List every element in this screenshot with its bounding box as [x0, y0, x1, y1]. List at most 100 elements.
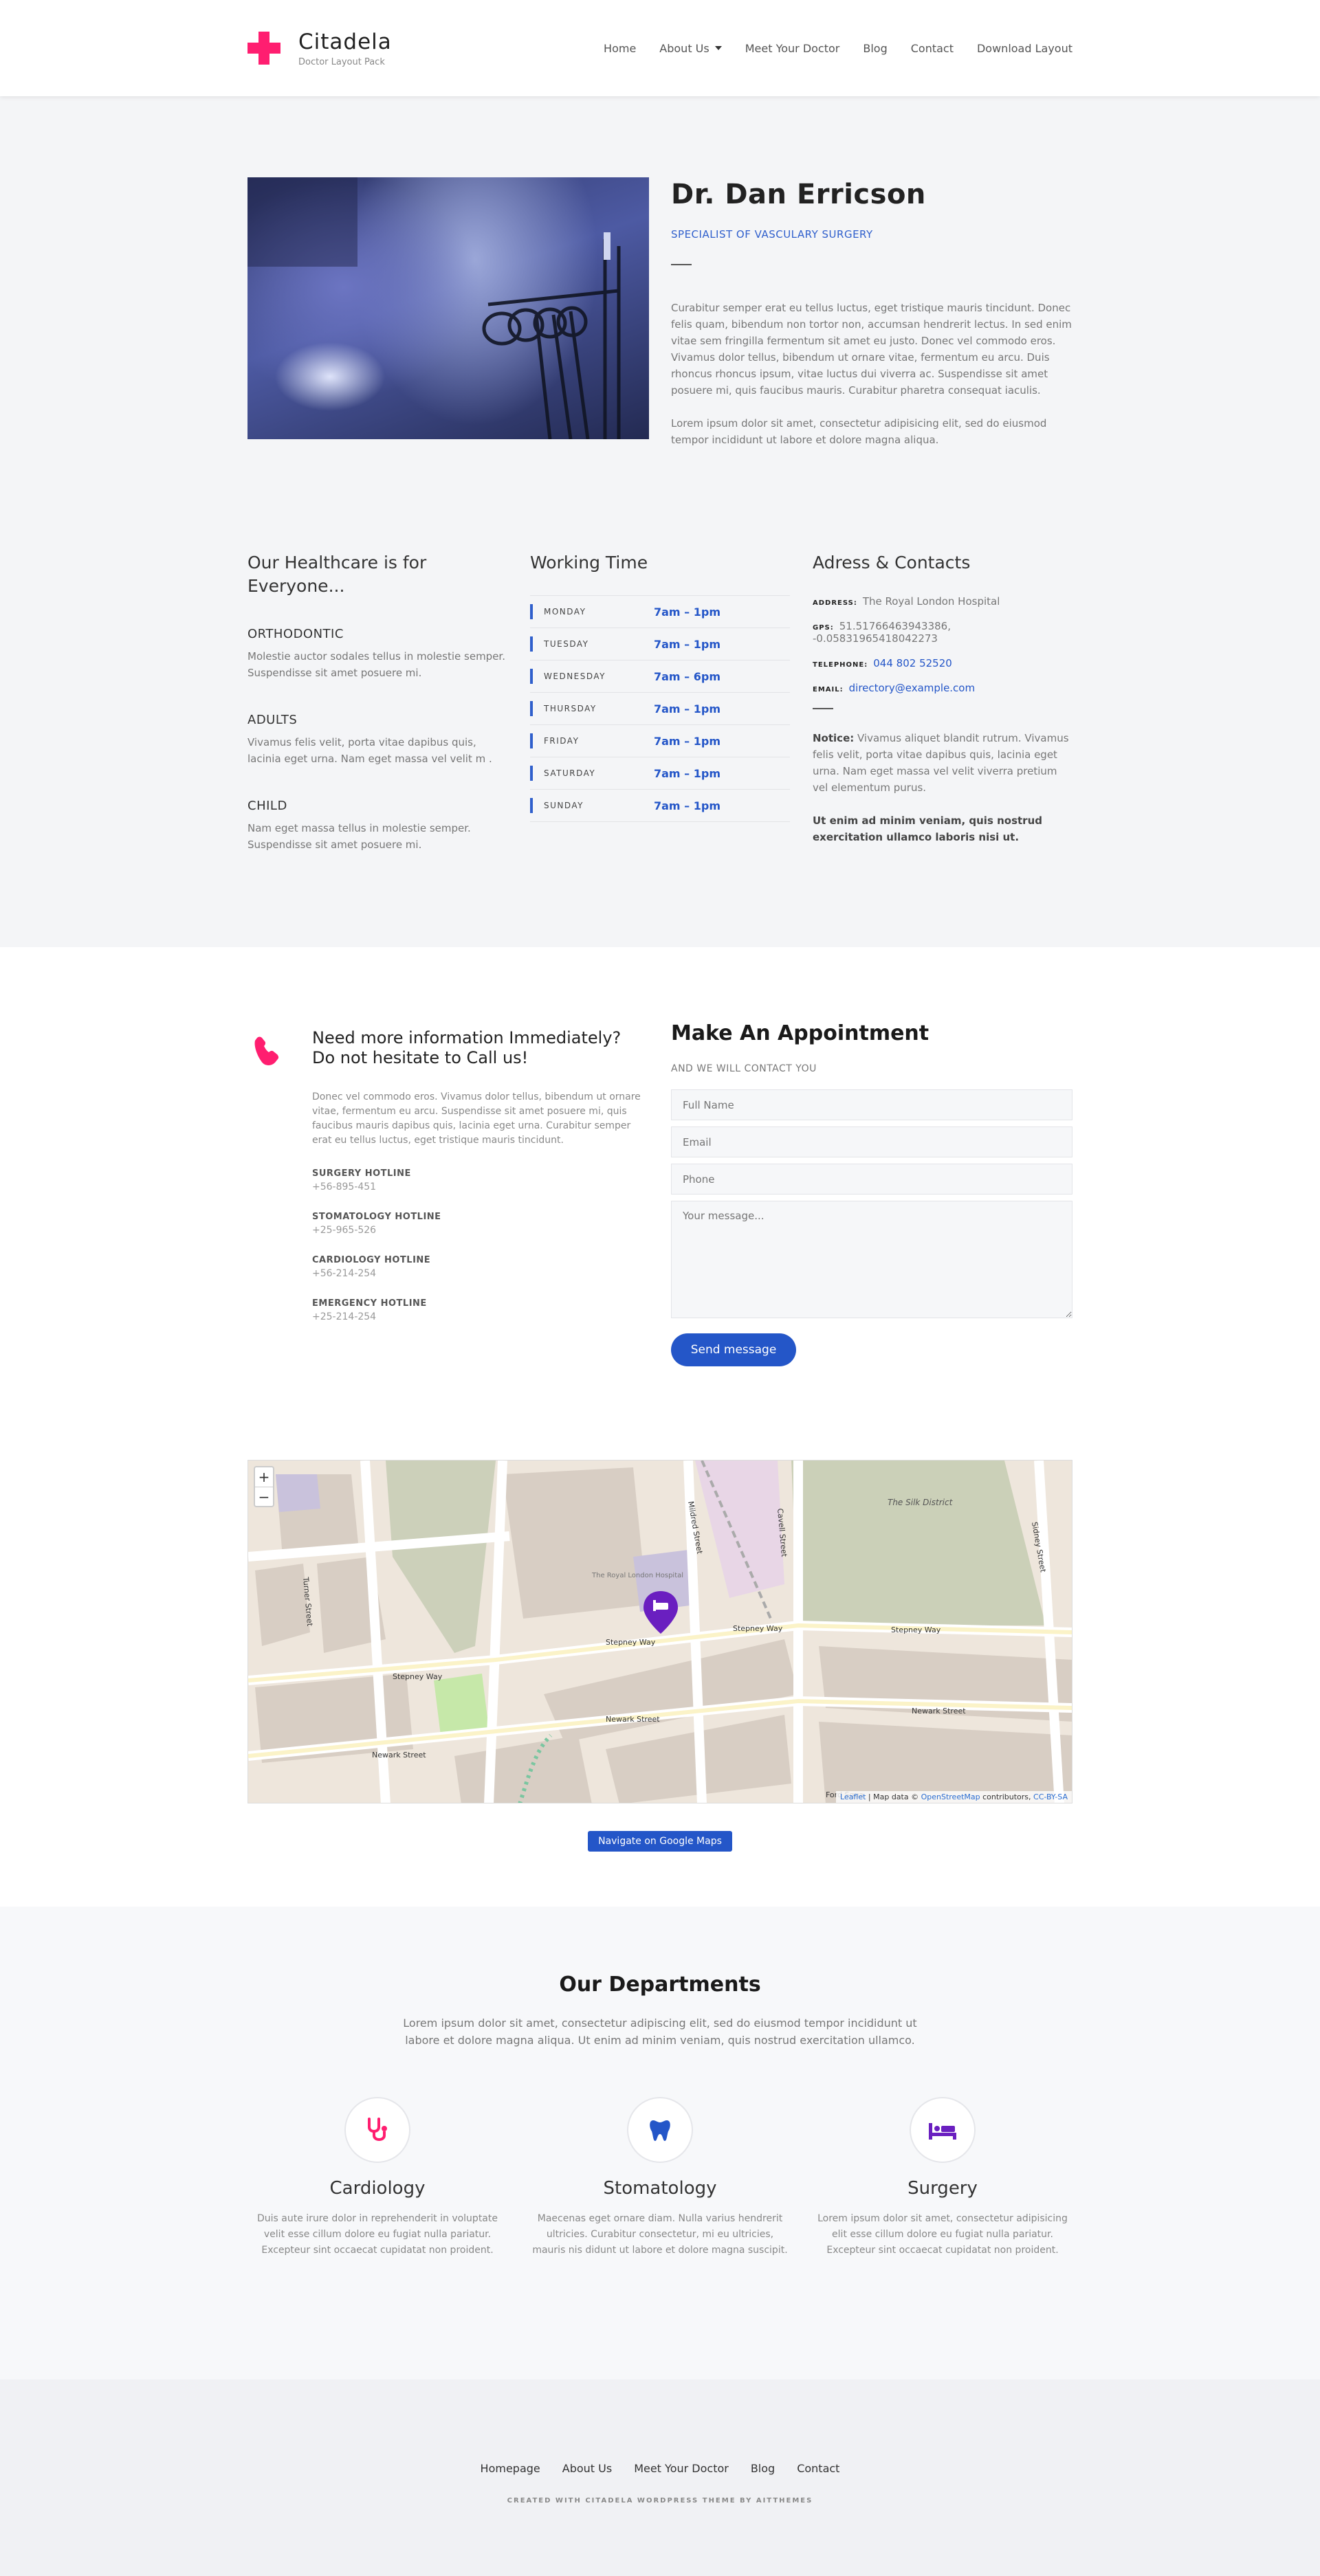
zoom-in-button[interactable]: +	[255, 1467, 273, 1487]
map-label: Stepney Way	[606, 1638, 656, 1647]
navigate-google-maps-button[interactable]: Navigate on Google Maps	[588, 1831, 732, 1852]
nav-meet-your-doctor[interactable]: Meet Your Doctor	[745, 42, 840, 55]
department-icon-circle	[627, 2097, 693, 2163]
hours-day: TUESDAY	[544, 639, 589, 649]
hours-table: MONDAY 7am – 1pm TUESDAY 7am – 1pm WEDNESD…	[530, 595, 790, 822]
map[interactable]: + − Stepney Way Stepney Way Stepney Way …	[248, 1460, 1072, 1803]
email-input[interactable]	[671, 1126, 1072, 1157]
nav-contact[interactable]: Contact	[911, 42, 954, 55]
call-title-line1: Need more information Immediately?	[312, 1028, 622, 1047]
doctor-photo	[248, 177, 649, 439]
bed-icon	[929, 2123, 956, 2140]
telephone-label: TELEPHONE:	[813, 661, 868, 669]
hours-row: FRIDAY 7am – 1pm	[530, 725, 790, 757]
hotline-name: CARDIOLOGY HOTLINE	[312, 1255, 431, 1265]
map-label: Stepney Way	[733, 1624, 783, 1633]
address-label: ADDRESS:	[813, 599, 857, 607]
phone-input[interactable]	[671, 1164, 1072, 1195]
map-label: Stepney Way	[393, 1672, 443, 1681]
map-label: The Silk District	[888, 1498, 954, 1507]
leaflet-link[interactable]: Leaflet	[840, 1792, 866, 1801]
map-section: + − Stepney Way Stepney Way Stepney Way …	[0, 1366, 1320, 1879]
appointment-form: Make An Appointment AND WE WILL CONTACT …	[671, 1021, 1072, 1366]
hours-row: THURSDAY 7am – 1pm	[530, 693, 790, 725]
brand-name: Citadela	[298, 29, 392, 54]
healthcare-title: Our Healthcare is for Everyone...	[248, 553, 427, 596]
hotline-item: EMERGENCY HOTLINE +25-214-254	[312, 1298, 649, 1322]
hours-time: 7am – 1pm	[654, 799, 720, 812]
map-tiles: Stepney Way Stepney Way Stepney Way Step…	[248, 1461, 1072, 1803]
doctor-bio: Curabitur semper erat eu tellus luctus, …	[671, 302, 1072, 397]
care-item-text: Nam eget massa tellus in molestie semper…	[248, 822, 471, 851]
footer-link-about[interactable]: About Us	[562, 2462, 612, 2475]
chevron-down-icon	[714, 46, 722, 50]
send-message-button[interactable]: Send message	[671, 1333, 796, 1366]
nav-about-label: About Us	[659, 41, 710, 55]
call-title: Need more information Immediately? Do not…	[312, 1028, 649, 1068]
footer-link-contact[interactable]: Contact	[797, 2462, 839, 2475]
hours-row: SUNDAY 7am – 1pm	[530, 790, 790, 822]
care-item-title: ORTHODONTIC	[248, 627, 344, 641]
doctor-section: Dr. Dan Erricson SPECIALIST OF VASCULARY…	[0, 96, 1320, 947]
footer-nav: Homepage About Us Meet Your Doctor Blog …	[0, 2462, 1320, 2475]
hours-time: 7am – 1pm	[654, 702, 720, 715]
footer-link-homepage[interactable]: Homepage	[481, 2462, 540, 2475]
department-card[interactable]: Cardiology Duis aute irure dolor in repr…	[248, 2097, 507, 2258]
footer-link-blog[interactable]: Blog	[751, 2462, 775, 2475]
departments-lead: Lorem ipsum dolor sit amet, consectetur …	[403, 2017, 917, 2047]
hotline-number[interactable]: +25-965-526	[312, 1225, 649, 1236]
message-textarea[interactable]	[671, 1201, 1072, 1318]
hours-day: SUNDAY	[544, 801, 584, 810]
cc-link[interactable]: CC-BY-SA	[1033, 1792, 1068, 1801]
healthcare-column: Our Healthcare is for Everyone... ORTHOD…	[248, 551, 507, 862]
departments-section: Our Departments Lorem ipsum dolor sit am…	[0, 1907, 1320, 2379]
hours-time: 7am – 1pm	[654, 734, 720, 748]
notice-label: Notice:	[813, 732, 855, 744]
department-card[interactable]: Stomatology Maecenas eget ornare diam. N…	[530, 2097, 790, 2258]
departments-title: Our Departments	[559, 1973, 761, 1997]
hotline-item: SURGERY HOTLINE +56-895-451	[312, 1168, 649, 1192]
hotline-number[interactable]: +25-214-254	[312, 1311, 649, 1322]
hours-time: 7am – 1pm	[654, 766, 720, 780]
phone-icon	[254, 1036, 279, 1065]
gps-label: GPS:	[813, 624, 834, 632]
hotline-name: SURGERY HOTLINE	[312, 1168, 411, 1179]
nav-home[interactable]: Home	[604, 42, 636, 55]
footer-link-doctor[interactable]: Meet Your Doctor	[634, 2462, 729, 2475]
email-link[interactable]: directory@example.com	[849, 682, 975, 694]
department-card[interactable]: Surgery Lorem ipsum dolor sit amet, cons…	[813, 2097, 1072, 2258]
hotline-number[interactable]: +56-214-254	[312, 1268, 649, 1279]
full-name-input[interactable]	[671, 1089, 1072, 1120]
divider	[813, 708, 833, 709]
telephone-link[interactable]: 044 802 52520	[873, 657, 952, 669]
medical-cross-icon	[248, 32, 280, 65]
doctor-bio-secondary: Lorem ipsum dolor sit amet, consectetur …	[671, 417, 1047, 446]
address-value: The Royal London Hospital	[862, 595, 1000, 608]
main-nav: Home About Us Meet Your Doctor Blog Cont…	[580, 42, 1072, 55]
tooth-icon	[650, 2120, 670, 2141]
zoom-out-button[interactable]: −	[255, 1487, 273, 1506]
map-label: Stepney Way	[891, 1625, 941, 1634]
hotline-number[interactable]: +56-895-451	[312, 1181, 649, 1192]
zoom-control: + −	[254, 1466, 274, 1507]
hours-day: SATURDAY	[544, 768, 596, 778]
department-text: Duis aute irure dolor in reprehenderit i…	[257, 2213, 498, 2256]
department-title: Surgery	[908, 2178, 978, 2199]
hours-time: 7am – 6pm	[654, 669, 720, 683]
hours-row: MONDAY 7am – 1pm	[530, 596, 790, 628]
care-item-title: ADULTS	[248, 713, 298, 727]
osm-link[interactable]: OpenStreetMap	[921, 1792, 980, 1801]
footer-credit: CREATED WITH CITADELA WORDPRESS THEME BY…	[507, 2497, 813, 2505]
brand-logo[interactable]: Citadela Doctor Layout Pack	[248, 30, 392, 67]
contacts-column: Adress & Contacts ADDRESS: The Royal Lond…	[813, 551, 1072, 862]
call-intro: Donec vel commodo eros. Vivamus dolor te…	[312, 1091, 641, 1146]
hotline-name: EMERGENCY HOTLINE	[312, 1298, 427, 1309]
address-line: ADDRESS: The Royal London Hospital	[813, 595, 1072, 608]
nav-about-us[interactable]: About Us	[659, 41, 722, 55]
attribution-end: contributors,	[980, 1792, 1034, 1801]
nav-blog[interactable]: Blog	[863, 42, 887, 55]
department-title: Cardiology	[329, 2178, 426, 2199]
notice-text: Notice: Vivamus aliquet blandit rutrum. …	[813, 730, 1072, 796]
department-icon-circle	[344, 2097, 410, 2163]
nav-download-layout[interactable]: Download Layout	[977, 42, 1072, 55]
